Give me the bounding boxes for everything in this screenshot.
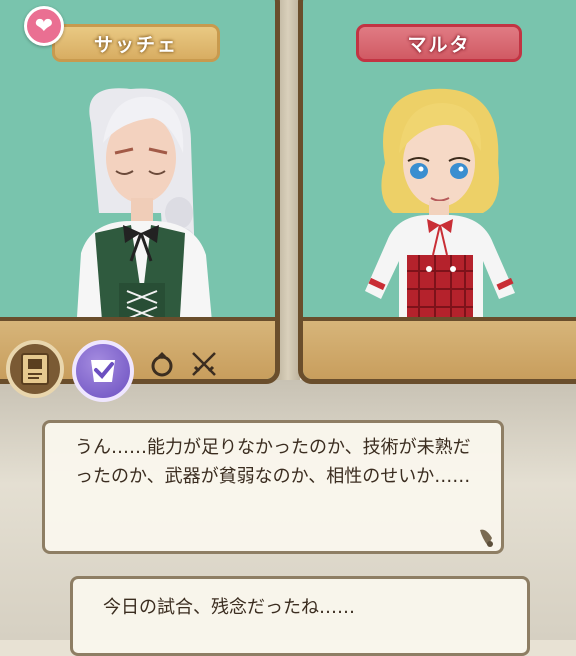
right-character-name: マルタ	[407, 33, 471, 56]
scroll-indicator-icon	[480, 529, 493, 547]
check-badge-icon	[91, 360, 115, 382]
left-character-name: サッチェ	[93, 33, 178, 56]
right-panel-floor	[303, 317, 576, 379]
ring-icon	[151, 352, 173, 377]
left-character-name-tag: サッチェ	[52, 24, 220, 62]
book-button[interactable]	[6, 340, 64, 398]
crossed-swords-icon	[192, 352, 216, 376]
heart-icon: ❤	[34, 13, 54, 39]
book-icon	[21, 353, 49, 385]
right-character-name-tag: マルタ	[356, 24, 522, 62]
ring-button[interactable]	[146, 348, 178, 380]
crossed-swords-button[interactable]	[188, 348, 220, 380]
favorite-button[interactable]: ❤	[24, 6, 64, 46]
dialogue-bubble-top[interactable]: うん……能力が足りなかったのか、技術が未熟だったのか、武器が貧弱なのか、相性のせ…	[42, 420, 504, 554]
dialogue-text-bottom: 今日の試合、残念だったね……	[103, 597, 355, 618]
check-badge-button[interactable]	[72, 340, 134, 402]
dialogue-text-top: うん……能力が足りなかったのか、技術が未熟だったのか、武器が貧弱なのか、相性のせ…	[75, 437, 471, 487]
dialogue-bubble-bottom[interactable]: 今日の試合、残念だったね……	[70, 576, 530, 656]
